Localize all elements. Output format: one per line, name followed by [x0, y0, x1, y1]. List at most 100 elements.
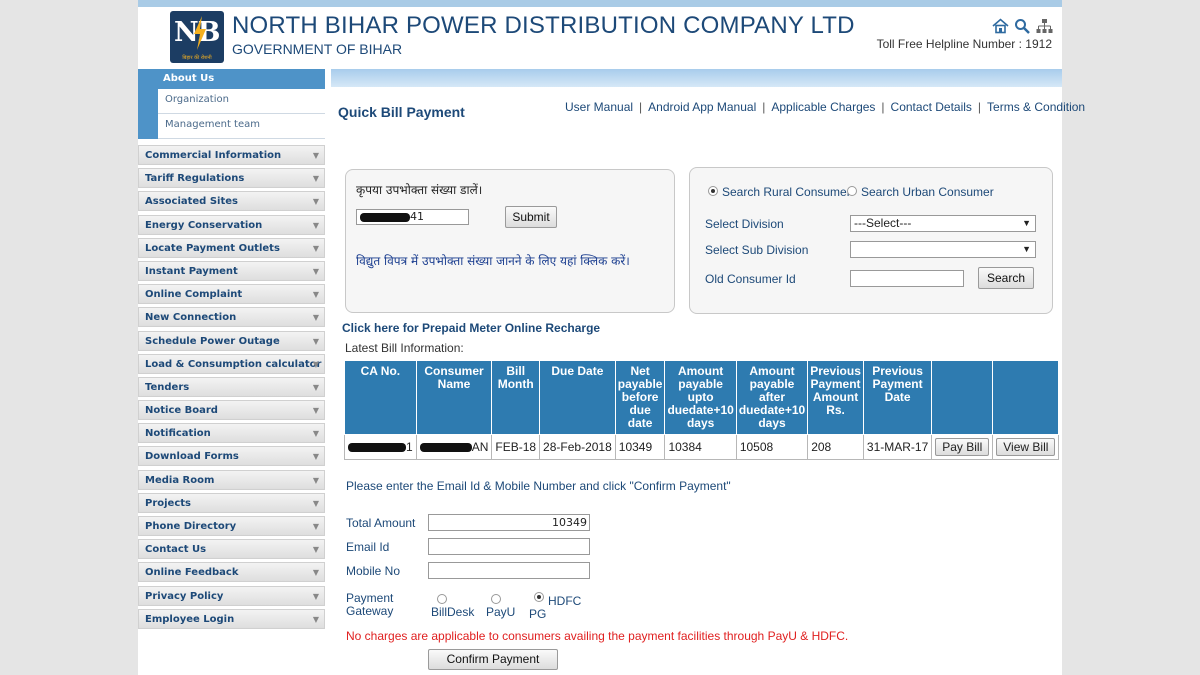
cell-after-10: 10508	[735, 434, 809, 460]
sidebar-item-label: Energy Conservation	[145, 219, 263, 231]
sidebar-item-notice-board[interactable]: Notice Board ▼	[138, 400, 325, 421]
link-android-app-manual[interactable]: Android App Manual	[648, 100, 756, 114]
helpline-text: Toll Free Helpline Number : 1912	[876, 37, 1052, 51]
payu-radio[interactable]	[491, 594, 501, 604]
table-row: 1 AN FEB-18 28-Feb-2018 10349 10384 1050…	[344, 434, 1060, 460]
old-consumer-id-label: Old Consumer Id	[705, 272, 796, 286]
payment-instruction: Please enter the Email Id & Mobile Numbe…	[346, 479, 731, 493]
chevron-down-icon: ▼	[312, 382, 319, 392]
subdivision-label: Select Sub Division	[705, 243, 809, 257]
sidebar-item-download-forms[interactable]: Download Forms ▼	[138, 446, 325, 467]
billdesk-radio[interactable]	[437, 594, 447, 604]
total-amount-field[interactable]: 10349	[428, 514, 590, 531]
sidebar-menu: Commercial Information ▼ Tariff Regulation…	[138, 145, 325, 629]
sidebar-item-online-feedback[interactable]: Online Feedback ▼	[138, 562, 325, 583]
view-bill-button[interactable]: View Bill	[996, 438, 1056, 456]
submit-button[interactable]: Submit	[505, 206, 557, 228]
sidebar-item-label: Tenders	[145, 381, 190, 393]
submenu-organization[interactable]: Organization	[158, 89, 325, 114]
sidebar-item-label: Phone Directory	[145, 521, 237, 532]
search-button[interactable]: Search	[978, 267, 1034, 289]
pg-label: PG	[529, 607, 547, 621]
th-view-bill	[992, 360, 1060, 435]
link-terms-condition[interactable]: Terms & Condition	[987, 100, 1085, 114]
link-contact-details[interactable]: Contact Details	[891, 100, 972, 114]
sidebar-item-label: Instant Payment	[145, 265, 238, 277]
submenu-management-team[interactable]: Management team	[158, 114, 325, 139]
search-icon[interactable]	[1014, 18, 1031, 34]
sidebar-item-employee-login[interactable]: Employee Login ▼	[138, 608, 325, 629]
sidebar-about-us[interactable]: About Us	[138, 69, 325, 89]
chevron-down-icon: ▼	[312, 266, 319, 276]
page-title: Quick Bill Payment	[338, 104, 465, 120]
sidebar-item-locate-payment-outlets[interactable]: Locate Payment Outlets ▼	[138, 237, 325, 258]
chevron-down-icon: ▼	[312, 174, 319, 184]
sidebar-item-media-room[interactable]: Media Room ▼	[138, 469, 325, 490]
sidebar-item-label: Media Room	[145, 474, 215, 486]
sidebar-item-label: Tariff Regulations	[145, 173, 245, 185]
confirm-payment-button[interactable]: Confirm Payment	[428, 649, 558, 670]
chevron-down-icon: ▼	[312, 568, 319, 578]
urban-radio[interactable]	[847, 186, 857, 196]
sidebar: About Us Organization Management team Co…	[138, 69, 325, 632]
pay-bill-button[interactable]: Pay Bill	[935, 438, 990, 456]
chevron-down-icon: ▼	[312, 359, 319, 369]
home-icon[interactable]	[992, 18, 1009, 34]
sidebar-item-phone-directory[interactable]: Phone Directory ▼	[138, 516, 325, 536]
sidebar-item-online-complaint[interactable]: Online Complaint ▼	[138, 284, 325, 305]
hdfc-radio[interactable]	[534, 592, 544, 602]
sidebar-item-label: Load & Consumption calculator	[145, 358, 322, 370]
division-select[interactable]: ---Select--- ▼	[850, 215, 1036, 232]
sidebar-item-label: Schedule Power Outage	[145, 335, 280, 347]
th-bill-month: Bill Month	[491, 360, 541, 435]
link-user-manual[interactable]: User Manual	[565, 100, 633, 114]
sidebar-item-schedule-power-outage[interactable]: Schedule Power Outage ▼	[138, 330, 325, 351]
mobile-field[interactable]	[428, 562, 590, 579]
sidebar-item-label: Privacy Policy	[145, 590, 224, 602]
consumer-number-help-link[interactable]: विद्युत विपत्र में उपभोक्ता संख्या जानने…	[356, 252, 630, 269]
subdivision-select[interactable]: ▼	[850, 241, 1036, 258]
main-header-band	[331, 69, 1062, 87]
chevron-down-icon: ▼	[312, 614, 319, 624]
chevron-down-icon: ▼	[312, 406, 319, 416]
government-label: GOVERNMENT OF BIHAR	[232, 41, 403, 57]
link-applicable-charges[interactable]: Applicable Charges	[771, 100, 875, 114]
th-consumer-name: Consumer Name	[415, 360, 493, 435]
sidebar-item-new-connection[interactable]: New Connection ▼	[138, 307, 325, 328]
sidebar-item-tariff-regulations[interactable]: Tariff Regulations ▼	[138, 168, 325, 189]
sidebar-item-label: Online Complaint	[145, 289, 243, 301]
chevron-down-icon: ▼	[312, 591, 319, 601]
latest-bill-label: Latest Bill Information:	[345, 341, 464, 355]
lightning-bolt-icon	[194, 16, 206, 50]
sitemap-icon[interactable]	[1036, 18, 1053, 34]
prepaid-recharge-link[interactable]: Click here for Prepaid Meter Online Rech…	[342, 321, 600, 335]
sidebar-item-commercial-information[interactable]: Commercial Information ▼	[138, 145, 325, 165]
top-links: User Manual | Android App Manual | Applicabl…	[565, 100, 1086, 114]
sidebar-item-label: Download Forms	[145, 451, 239, 463]
sidebar-item-projects[interactable]: Projects ▼	[138, 492, 325, 513]
logo-tagline: बिहार की रोशनी	[182, 55, 212, 61]
consumer-number-input[interactable]: 41	[356, 209, 469, 225]
rural-radio[interactable]	[708, 186, 718, 196]
bill-table: CA No. Consumer Name Bill Month Due Date…	[344, 360, 1060, 460]
division-label: Select Division	[705, 217, 784, 231]
sidebar-item-contact-us[interactable]: Contact Us ▼	[138, 539, 325, 560]
chevron-down-icon: ▼	[312, 498, 319, 508]
sidebar-item-associated-sites[interactable]: Associated Sites ▼	[138, 191, 325, 212]
gateway-label: Payment Gateway	[346, 591, 394, 618]
email-field[interactable]	[428, 538, 590, 555]
chevron-down-icon: ▼	[312, 522, 319, 531]
th-upto-10: Amount payable upto duedate+10 days	[664, 360, 737, 435]
sidebar-item-label: Online Feedback	[145, 567, 239, 579]
sidebar-item-notification[interactable]: Notification ▼	[138, 423, 325, 444]
sidebar-item-instant-payment[interactable]: Instant Payment ▼	[138, 260, 325, 281]
th-prev-date: Previous Payment Date	[862, 360, 933, 435]
sidebar-item-energy-conservation[interactable]: Energy Conservation ▼	[138, 214, 325, 235]
sidebar-item-tenders[interactable]: Tenders ▼	[138, 376, 325, 397]
company-logo[interactable]: NB बिहार की रोशनी	[170, 11, 224, 63]
sidebar-item-load-consumption-calculator[interactable]: Load & Consumption calculator ▼	[138, 353, 325, 374]
consumer-number-box: कृपया उपभोक्ता संख्या डालें। 41 Submit व…	[345, 169, 675, 313]
old-consumer-id-input[interactable]	[850, 270, 964, 287]
cell-pay-bill: Pay Bill	[931, 434, 994, 460]
sidebar-item-privacy-policy[interactable]: Privacy Policy ▼	[138, 585, 325, 606]
